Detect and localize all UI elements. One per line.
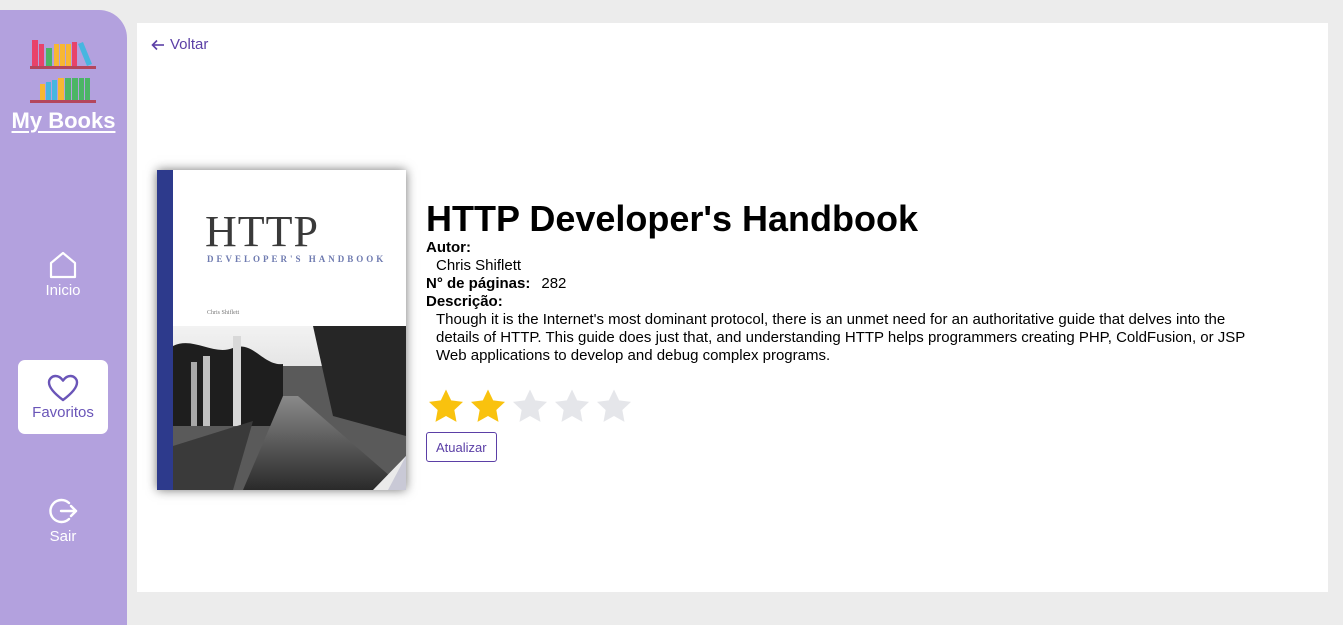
rating-stars[interactable] — [426, 387, 634, 427]
nav-label-favoritos: Favoritos — [32, 403, 94, 421]
description-text: Though it is the Internet's most dominan… — [436, 311, 1246, 364]
heart-icon — [47, 374, 79, 401]
pages-row: N° de páginas: 282 — [426, 275, 1246, 293]
back-label[interactable]: Voltar — [170, 36, 208, 53]
star-icon[interactable] — [468, 387, 508, 427]
book-info: HTTP Developer's Handbook Autor: Chris S… — [426, 199, 1246, 365]
nav-label-inicio: Inicio — [45, 281, 81, 299]
logo[interactable]: My Books — [0, 38, 127, 134]
cover-spine — [157, 170, 173, 490]
book-detail-panel: Voltar HTTP DEVELOPER'S HANDBOOK Chris S… — [137, 23, 1328, 592]
cover-photo — [173, 326, 406, 490]
bookshelf-logo-icon — [29, 40, 96, 103]
author-label: Autor: — [426, 239, 471, 256]
nav-item-inicio[interactable]: Inicio — [18, 237, 108, 311]
cover-title: HTTP — [205, 207, 319, 256]
star-icon[interactable] — [552, 387, 592, 427]
nav-item-sair[interactable]: Sair — [18, 483, 108, 557]
nav-item-favoritos[interactable]: Favoritos — [18, 360, 108, 434]
book-title: HTTP Developer's Handbook — [426, 198, 918, 239]
arrow-left-icon — [151, 39, 164, 50]
nav-label-sair: Sair — [49, 527, 77, 545]
book-cover: HTTP DEVELOPER'S HANDBOOK Chris Shiflett — [157, 170, 406, 490]
update-button[interactable]: Atualizar — [426, 432, 497, 462]
back-link[interactable]: Voltar — [151, 36, 208, 53]
star-icon[interactable] — [426, 387, 466, 427]
author-value: Chris Shiflett — [436, 257, 522, 274]
sidebar: My Books Inicio Favoritos Sair — [0, 10, 127, 625]
cover-author: Chris Shiflett — [207, 310, 240, 316]
cover-subtitle: DEVELOPER'S HANDBOOK — [207, 254, 387, 264]
logout-icon — [49, 498, 78, 523]
star-icon[interactable] — [594, 387, 634, 427]
pages-label: N° de páginas: — [426, 275, 531, 292]
description-label: Descrição: — [426, 293, 503, 310]
pages-value: 282 — [541, 275, 567, 292]
app-name[interactable]: My Books — [12, 108, 116, 134]
home-icon — [49, 251, 77, 278]
star-icon[interactable] — [510, 387, 550, 427]
